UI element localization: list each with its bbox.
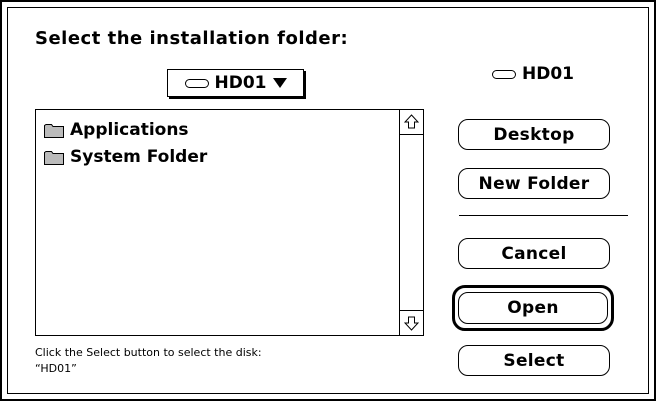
scroll-down-arrow-icon[interactable] (400, 310, 423, 335)
scroll-up-arrow-icon[interactable] (400, 110, 423, 135)
folder-list[interactable]: Applications System Folder (35, 109, 424, 336)
desktop-button[interactable]: Desktop (458, 119, 610, 150)
hint-line-1: Click the Select button to select the di… (35, 346, 262, 359)
select-hint: Click the Select button to select the di… (35, 345, 262, 377)
new-folder-button[interactable]: New Folder (458, 168, 610, 199)
hard-disk-icon (184, 78, 209, 88)
list-item-label: System Folder (70, 146, 208, 167)
hint-line-2: “HD01” (35, 362, 77, 375)
select-folder-dialog: Select the installation folder: HD01 HD0… (0, 0, 656, 401)
open-button[interactable]: Open (458, 292, 608, 324)
folder-icon (44, 123, 64, 138)
current-volume-label: HD01 (522, 64, 574, 84)
button-divider (459, 215, 628, 216)
select-button[interactable]: Select (458, 345, 610, 376)
volume-popup-menu[interactable]: HD01 (167, 69, 304, 97)
dialog-prompt: Select the installation folder: (35, 28, 349, 49)
list-item[interactable]: Applications (44, 116, 393, 143)
hard-disk-icon (492, 69, 516, 79)
cancel-button[interactable]: Cancel (458, 238, 610, 269)
current-volume: HD01 (492, 64, 574, 84)
folder-icon (44, 150, 64, 165)
vertical-scrollbar[interactable] (399, 110, 423, 335)
popup-selected-label: HD01 (214, 73, 267, 93)
list-item[interactable]: System Folder (44, 143, 393, 170)
popup-triangle-icon (272, 78, 287, 88)
list-item-label: Applications (70, 119, 189, 140)
